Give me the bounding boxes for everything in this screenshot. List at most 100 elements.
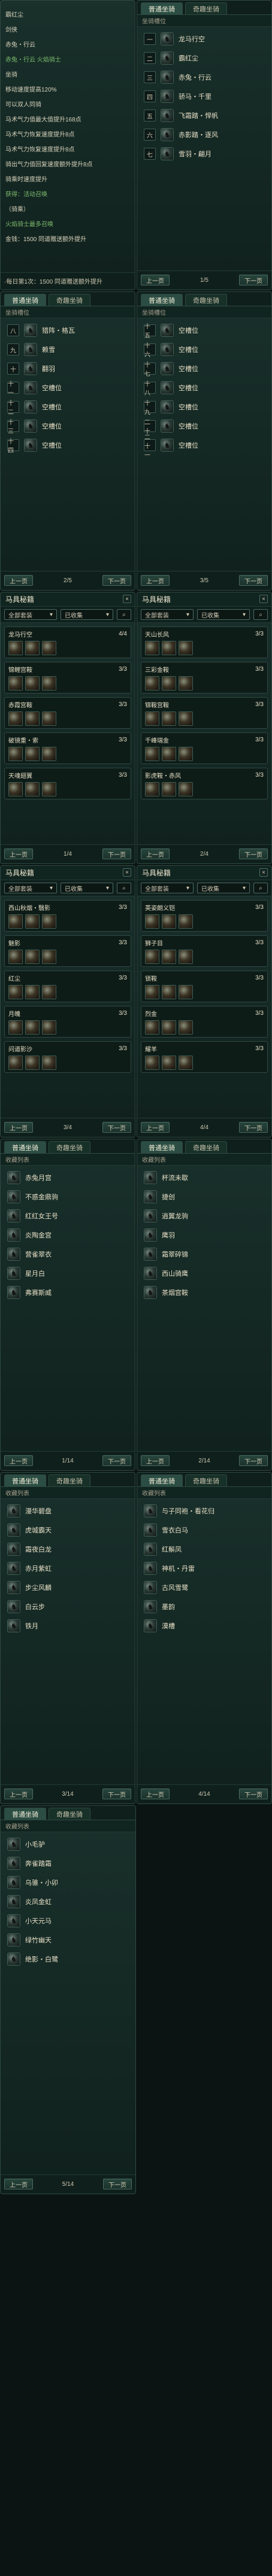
collect-row[interactable]: ♞ 墨韵 (140, 1597, 269, 1616)
gear-card[interactable]: 天魂翅翼 3/3 (4, 768, 131, 799)
prev-page-button[interactable]: 上一页 (141, 575, 170, 586)
mount-slot-row-7[interactable]: 七 ♞ 雪羽・翩月 (140, 144, 269, 163)
next-page-button[interactable]: 下一页 (102, 1789, 131, 1799)
mount-slot-row-2[interactable]: 二 ♞ 霸红尘 (140, 48, 269, 68)
collect-row[interactable]: ♞ 小毛驴 (3, 1835, 133, 1854)
collect-row[interactable]: ♞ 霜夜白龙 (3, 1540, 132, 1559)
mount-slot-row-6[interactable]: 六 ♞ 赤影踏・逐风 (140, 125, 269, 144)
tab-fun-mount[interactable]: 奇趣坐骑 (185, 294, 227, 306)
filter-icon[interactable]: ⌕ (253, 609, 268, 620)
collected-filter[interactable]: 已收集 ▾ (61, 609, 113, 620)
collected-filter[interactable]: 已收集 ▾ (61, 883, 113, 893)
collect-row[interactable]: ♞ 漠槽 (140, 1616, 269, 1635)
prev-page-button[interactable]: 上一页 (141, 275, 170, 285)
mount-slot-row-4[interactable]: 四 ♞ 骄马・千里 (140, 87, 269, 106)
gear-card[interactable]: 西山秋烟・翳影 3/3 (4, 900, 131, 932)
prev-page-button[interactable]: 上一页 (4, 1122, 33, 1133)
prev-page-button[interactable]: 上一页 (4, 1789, 33, 1799)
gear-card[interactable]: 千峰瑞金 3/3 (141, 732, 268, 764)
prev-page-button[interactable]: 上一页 (141, 1122, 170, 1133)
collect-row[interactable]: ♞ 杯流未歇 (140, 1168, 269, 1187)
prev-page-button[interactable]: 上一页 (141, 1455, 170, 1466)
next-page-button[interactable]: 下一页 (239, 1789, 268, 1799)
gear-card[interactable]: 魅影 3/3 (4, 935, 131, 967)
gear-card[interactable]: 英姿朗义铠 3/3 (141, 900, 268, 932)
prev-page-button[interactable]: 上一页 (4, 1455, 33, 1466)
tab-fun-mount[interactable]: 奇趣坐骑 (185, 2, 227, 14)
gear-card[interactable]: 月魄 3/3 (4, 1006, 131, 1038)
collect-row[interactable]: ♞ 捷创 (140, 1187, 269, 1206)
gear-card[interactable]: 赤霞宫鞍 3/3 (4, 697, 131, 729)
collect-row[interactable]: ♞ 霜翠碎锦 (140, 1245, 269, 1264)
tab-normal-mount[interactable]: 普通坐骑 (4, 1141, 46, 1153)
next-page-button[interactable]: 下一页 (102, 575, 131, 586)
collect-row[interactable]: ♞ 小天元马 (3, 1911, 133, 1930)
collect-row[interactable]: ♞ 虎城霸天 (3, 1520, 132, 1540)
collect-row[interactable]: ♞ 奔雀踏霜 (3, 1854, 133, 1873)
gear-card[interactable]: 影虎鞍・赤风 3/3 (141, 768, 268, 799)
prev-page-button[interactable]: 上一页 (4, 2179, 33, 2189)
collect-row[interactable]: ♞ 西山骑鹰 (140, 1264, 269, 1283)
tab-normal-mount[interactable]: 普通坐骑 (141, 1141, 183, 1153)
collect-row[interactable]: ♞ 炎陶金宫 (3, 1225, 132, 1245)
next-page-button[interactable]: 下一页 (239, 848, 268, 859)
next-page-button[interactable]: 下一页 (239, 275, 268, 285)
gear-card[interactable]: 锁鞍 3/3 (141, 971, 268, 1002)
close-icon[interactable]: × (259, 868, 268, 877)
collect-row[interactable]: ♞ 步尘风麟 (3, 1578, 132, 1597)
mount-slot-row-1[interactable]: 一 ♞ 龙马行空 (140, 29, 269, 48)
close-icon[interactable]: × (123, 595, 131, 603)
mount-slot-row[interactable]: 十五 ♞ 空槽位 (140, 321, 269, 340)
next-page-button[interactable]: 下一页 (239, 575, 268, 586)
tab-fun-mount[interactable]: 奇趣坐骑 (49, 294, 90, 306)
gear-card[interactable]: 烈金 3/3 (141, 1006, 268, 1038)
tab-normal-mount[interactable]: 普通坐骑 (141, 294, 183, 306)
collect-row[interactable]: ♞ 白云步 (3, 1597, 132, 1616)
collect-row[interactable]: ♞ 赤兔月宫 (3, 1168, 132, 1187)
tab-normal-mount[interactable]: 普通坐骑 (4, 1808, 46, 1820)
collect-row[interactable]: ♞ 漫华碧盘 (3, 1501, 132, 1520)
suit-filter[interactable]: 全部套装 ▾ (4, 609, 57, 620)
prev-page-button[interactable]: 上一页 (141, 1789, 170, 1799)
mount-slot-row[interactable]: 十六 ♞ 空槽位 (140, 340, 269, 359)
mount-slot-row[interactable]: 十二 ♞ 空槽位 (3, 397, 132, 416)
next-page-button[interactable]: 下一页 (239, 1122, 268, 1133)
collect-row[interactable]: ♞ 神机・丹雷 (140, 1559, 269, 1578)
collected-filter[interactable]: 已收集 ▾ (197, 609, 250, 620)
gear-card[interactable]: 破镜重・索 3/3 (4, 732, 131, 764)
filter-icon[interactable]: ⌕ (117, 609, 131, 620)
collect-row[interactable]: ♞ 雪衣白马 (140, 1520, 269, 1540)
collect-row[interactable]: ♞ 营雀翠衣 (3, 1245, 132, 1264)
collect-row[interactable]: ♞ 赤月紫虹 (3, 1559, 132, 1578)
collect-row[interactable]: ♞ 星月白 (3, 1264, 132, 1283)
mount-slot-row[interactable]: 八 ♞ 猎阵・格瓦 (3, 321, 132, 340)
collect-row[interactable]: ♞ 逍翼龙驹 (140, 1206, 269, 1225)
close-icon[interactable]: × (259, 595, 268, 603)
gear-card[interactable]: 锦鲤宫鞍 3/3 (4, 662, 131, 694)
mount-slot-row[interactable]: 十八 ♞ 空槽位 (140, 378, 269, 397)
tab-normal-mount[interactable]: 普通坐骑 (141, 1474, 183, 1486)
mount-slot-row[interactable]: 十 ♞ 翻羽 (3, 359, 132, 378)
next-page-button[interactable]: 下一页 (103, 2179, 132, 2189)
collect-row[interactable]: ♞ 古风雪鹭 (140, 1578, 269, 1597)
tab-normal-mount[interactable]: 普通坐骑 (4, 1474, 46, 1486)
mount-slot-row[interactable]: 十四 ♞ 空槽位 (3, 436, 132, 455)
collect-row[interactable]: ♞ 红鬃凤 (140, 1540, 269, 1559)
collect-row[interactable]: ♞ 乌骓・小卯 (3, 1873, 133, 1892)
collect-row[interactable]: ♞ 铁月 (3, 1616, 132, 1635)
filter-icon[interactable]: ⌕ (117, 883, 131, 893)
prev-page-button[interactable]: 上一页 (4, 575, 33, 586)
next-page-button[interactable]: 下一页 (102, 1455, 131, 1466)
suit-filter[interactable]: 全部套装 ▾ (141, 609, 194, 620)
next-page-button[interactable]: 下一页 (102, 848, 131, 859)
collect-row[interactable]: ♞ 绝影・白鹭 (3, 1950, 133, 1969)
tab-normal-mount[interactable]: 普通坐骑 (141, 2, 183, 14)
collect-row[interactable]: ♞ 鹰羽 (140, 1225, 269, 1245)
mount-slot-row[interactable]: 九 ♞ 赖雪 (3, 340, 132, 359)
gear-card[interactable]: 耀羊 3/3 (141, 1041, 268, 1073)
tab-fun-mount[interactable]: 奇趣坐骑 (185, 1141, 227, 1153)
collect-row[interactable]: ♞ 茶烟宫鞍 (140, 1283, 269, 1302)
collect-row[interactable]: ♞ 与子同袍・看花归 (140, 1501, 269, 1520)
mount-slot-row[interactable]: 十一 ♞ 空槽位 (3, 378, 132, 397)
prev-page-button[interactable]: 上一页 (141, 848, 170, 859)
